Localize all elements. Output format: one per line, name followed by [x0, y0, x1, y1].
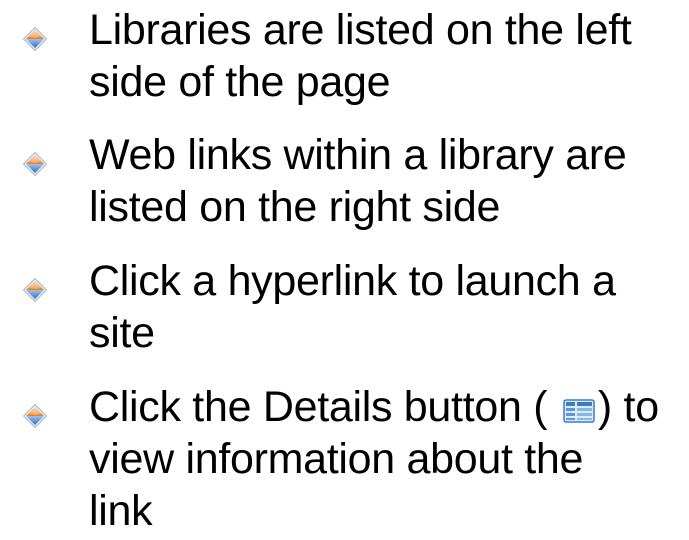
text-line: view information about the: [89, 435, 584, 483]
diamond-bullet-icon: [22, 403, 48, 429]
list-item-text: Libraries are listed on the left side of…: [89, 4, 684, 108]
text-line: Click a hyperlink to launch a: [89, 257, 616, 305]
text-line: Web links within a library are: [89, 131, 627, 179]
text-segment: ) to: [597, 383, 659, 431]
text-line: Libraries are listed on the left: [89, 6, 632, 54]
diamond-bullet-icon: [22, 151, 48, 177]
diamond-bullet-icon: [22, 277, 48, 303]
text-line: listed on the right side: [89, 183, 501, 231]
bullet-list: Libraries are listed on the left side of…: [0, 0, 689, 540]
text-line: link: [89, 487, 153, 535]
text-line: site: [89, 309, 155, 357]
text-line: side of the page: [89, 58, 391, 106]
details-view-icon: [563, 399, 595, 423]
list-item-text: Web links within a library are listed on…: [89, 129, 684, 233]
text-line: Click the Details button ( ) to: [89, 381, 684, 433]
list-item-text: Click the Details button ( ) to view inf…: [89, 381, 684, 537]
list-item-text: Click a hyperlink to launch a site: [89, 255, 684, 359]
text-segment: Click the Details button (: [89, 383, 559, 431]
diamond-bullet-icon: [22, 26, 48, 52]
